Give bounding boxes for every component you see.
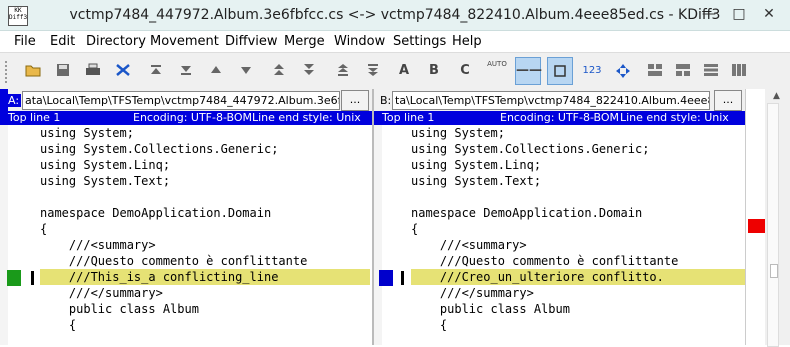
overview-ab-icon[interactable] [726,57,752,85]
menu-window[interactable]: Window [334,34,385,49]
pane-a-encoding: Encoding: UTF-8-BOM [133,111,253,124]
window-title: vctmp7484_447972.Album.3e6fbfcc.cs <-> v… [69,7,721,23]
code-line: ///</summary> [411,286,534,300]
code-line: using System; [411,126,505,140]
pane-b-gutter [374,125,382,345]
maximize-icon[interactable]: □ [726,2,752,26]
open-icon[interactable] [20,57,46,85]
code-line: ///</summary> [40,286,163,300]
code-line: ///<summary> [40,238,156,252]
auto-advance-icon[interactable]: AUTO [484,57,510,85]
prev-delta-icon[interactable] [203,57,229,85]
close-icon[interactable]: ✕ [756,2,782,26]
pane-a-path-bar: A: ata\Local\Temp\TFSTemp\vctmp7484_4479… [0,89,372,111]
overview-a-icon[interactable] [642,57,668,85]
menu-help[interactable]: Help [452,34,482,49]
show-whitespace-icon[interactable]: —— [515,57,542,85]
title-bar: KK Diff3 vctmp7484_447972.Album.3e6fbfcc… [0,0,790,31]
next-unsolved-icon[interactable] [360,57,386,85]
toolbar: A B C AUTO —— 123 [0,52,790,90]
pane-b-path-input[interactable]: ta\Local\Temp\TFSTemp\vctmp7484_822410.A… [392,91,710,110]
code-line: ///<summary> [411,238,527,252]
choose-b-icon[interactable]: B [421,57,447,85]
scroll-up-icon[interactable]: ▲ [773,91,780,101]
menu-file[interactable]: File [14,34,36,49]
pane-b-cursor-marker [401,271,404,285]
code-line: using System.Linq; [411,158,542,172]
next-delta-icon[interactable] [233,57,259,85]
pane-a-cursor-marker [31,271,34,285]
pane-a-path-input[interactable]: ata\Local\Temp\TFSTemp\vctmp7484_447972.… [22,91,340,110]
pane-b-label: B: [380,94,392,107]
code-line: { [411,318,448,332]
prev-conflict-icon[interactable] [266,57,292,85]
pane-a-gutter [0,125,8,345]
scroll-thumb[interactable] [770,264,778,278]
code-line: using System; [40,126,134,140]
code-line: using System.Text; [411,174,542,188]
pane-b-path-bar: B: ta\Local\Temp\TFSTemp\vctmp7484_82241… [374,89,765,111]
pane-a-top-line: Top line 1 [8,111,61,124]
show-whitespace-chars-icon[interactable] [547,57,573,85]
code-line: public class Album [411,302,570,316]
choose-c-icon[interactable]: C [452,57,478,85]
choose-a-icon[interactable]: A [391,57,417,85]
scroll-track[interactable] [767,103,779,347]
code-line: ///Questo commento è conflittante [40,254,308,268]
auto-advance-label: AUTO [487,60,507,68]
minimize-icon[interactable]: — [696,2,722,26]
go-top-icon[interactable] [143,57,169,85]
pane-b-line-end: Line end style: Unix [620,111,729,124]
overview-conflict-marker[interactable] [748,219,766,233]
toggle-split-icon[interactable] [610,57,636,85]
overview-b-icon[interactable] [670,57,696,85]
pane-a-label: A: [6,94,22,107]
code-line: namespace DemoApplication.Domain [40,206,272,220]
pane-a-info-bar: Top line 1 Encoding: UTF-8-BOM Line end … [0,111,372,125]
code-line: using System.Linq; [40,158,171,172]
conflict-code-line: ///This_is_a conflicting_line [40,269,370,285]
print-icon[interactable] [80,57,106,85]
overview-strip[interactable] [745,89,766,345]
next-conflict-icon[interactable] [296,57,322,85]
overview-c-icon[interactable] [698,57,724,85]
menu-bar: File Edit Directory Movement Diffview Me… [0,31,790,51]
code-line: using System.Collections.Generic; [40,142,279,156]
pane-a-conflict-marker [7,270,21,286]
toolbar-grip[interactable] [5,61,11,83]
code-line: { [40,318,77,332]
pane-b-info-bar: Top line 1 Encoding: UTF-8-BOM Line end … [374,111,765,125]
code-line: using System.Collections.Generic; [411,142,650,156]
pane-a-code-view[interactable]: using System; using System.Collections.G… [40,125,370,345]
menu-movement[interactable]: Movement [150,34,219,49]
merge-icon[interactable] [110,57,136,85]
menu-directory[interactable]: Directory [86,34,146,49]
pane-b-code-view[interactable]: using System; using System.Collections.G… [411,125,745,345]
prev-unsolved-icon[interactable] [330,57,356,85]
code-line: { [40,222,48,236]
vertical-scrollbar[interactable]: ▲ [765,89,790,347]
code-line: namespace DemoApplication.Domain [411,206,643,220]
pane-a-browse-button[interactable]: ... [341,90,369,111]
code-line: public class Album [40,302,199,316]
pane-a-line-end: Line end style: Unix [252,111,361,124]
code-line: ///Questo commento è conflittante [411,254,679,268]
line-numbers-icon[interactable]: 123 [579,57,605,85]
menu-diffview[interactable]: Diffview [225,34,278,49]
menu-settings[interactable]: Settings [393,34,446,49]
code-line: { [411,222,419,236]
pane-b-top-line: Top line 1 [382,111,435,124]
pane-b-browse-button[interactable]: ... [714,90,742,111]
save-icon[interactable] [50,57,76,85]
menu-merge[interactable]: Merge [284,34,325,49]
conflict-code-line: ///Creo_un_ulteriore conflitto. [411,269,745,285]
pane-b-encoding: Encoding: UTF-8-BOM [500,111,620,124]
pane-b-conflict-marker [379,270,393,286]
menu-edit[interactable]: Edit [50,34,75,49]
code-line: using System.Text; [40,174,171,188]
go-bottom-icon[interactable] [173,57,199,85]
